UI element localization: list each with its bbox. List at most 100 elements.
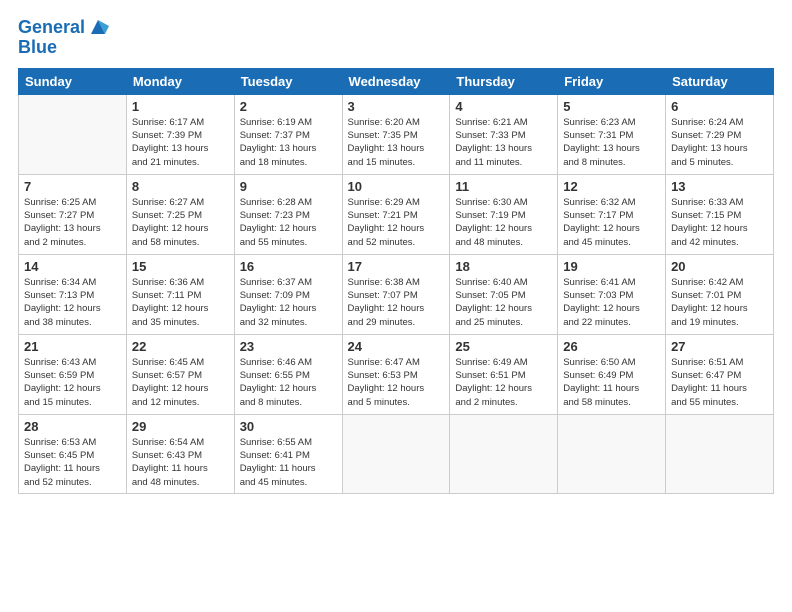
day-info: Sunrise: 6:46 AM Sunset: 6:55 PM Dayligh…	[240, 356, 337, 409]
calendar-cell: 22 Sunrise: 6:45 AM Sunset: 6:57 PM Dayli…	[126, 334, 234, 414]
day-info: Sunrise: 6:19 AM Sunset: 7:37 PM Dayligh…	[240, 116, 337, 169]
day-number: 10	[348, 179, 445, 194]
calendar-cell: 2 Sunrise: 6:19 AM Sunset: 7:37 PM Daylig…	[234, 94, 342, 174]
day-number: 19	[563, 259, 660, 274]
day-number: 9	[240, 179, 337, 194]
day-info: Sunrise: 6:29 AM Sunset: 7:21 PM Dayligh…	[348, 196, 445, 249]
day-info: Sunrise: 6:25 AM Sunset: 7:27 PM Dayligh…	[24, 196, 121, 249]
weekday-header-friday: Friday	[558, 68, 666, 94]
day-info: Sunrise: 6:17 AM Sunset: 7:39 PM Dayligh…	[132, 116, 229, 169]
calendar-cell	[19, 94, 127, 174]
weekday-header-sunday: Sunday	[19, 68, 127, 94]
day-number: 16	[240, 259, 337, 274]
calendar-cell: 9 Sunrise: 6:28 AM Sunset: 7:23 PM Daylig…	[234, 174, 342, 254]
day-number: 3	[348, 99, 445, 114]
calendar-cell	[558, 414, 666, 493]
day-number: 12	[563, 179, 660, 194]
calendar-cell: 29 Sunrise: 6:54 AM Sunset: 6:43 PM Dayli…	[126, 414, 234, 493]
day-info: Sunrise: 6:32 AM Sunset: 7:17 PM Dayligh…	[563, 196, 660, 249]
day-info: Sunrise: 6:51 AM Sunset: 6:47 PM Dayligh…	[671, 356, 768, 409]
day-number: 29	[132, 419, 229, 434]
calendar-cell	[666, 414, 774, 493]
day-number: 11	[455, 179, 552, 194]
calendar-cell: 28Sunrise: 6:53 AM Sunset: 6:45 PM Dayli…	[19, 414, 127, 493]
calendar-cell: 3Sunrise: 6:20 AM Sunset: 7:35 PM Daylig…	[342, 94, 450, 174]
day-info: Sunrise: 6:43 AM Sunset: 6:59 PM Dayligh…	[24, 356, 121, 409]
day-info: Sunrise: 6:49 AM Sunset: 6:51 PM Dayligh…	[455, 356, 552, 409]
day-number: 8	[132, 179, 229, 194]
calendar-cell	[450, 414, 558, 493]
day-info: Sunrise: 6:45 AM Sunset: 6:57 PM Dayligh…	[132, 356, 229, 409]
calendar-cell: 27Sunrise: 6:51 AM Sunset: 6:47 PM Dayli…	[666, 334, 774, 414]
calendar: SundayMondayTuesdayWednesdayThursdayFrid…	[18, 68, 774, 494]
logo-icon	[87, 16, 109, 38]
day-number: 6	[671, 99, 768, 114]
day-info: Sunrise: 6:36 AM Sunset: 7:11 PM Dayligh…	[132, 276, 229, 329]
day-number: 30	[240, 419, 337, 434]
calendar-cell: 24 Sunrise: 6:47 AM Sunset: 6:53 PM Dayli…	[342, 334, 450, 414]
weekday-header-saturday: Saturday	[666, 68, 774, 94]
page-container: General Blue SundayMondayTuesdayWednesda…	[0, 0, 792, 612]
day-number: 2	[240, 99, 337, 114]
calendar-cell: 4 Sunrise: 6:21 AM Sunset: 7:33 PM Daylig…	[450, 94, 558, 174]
calendar-cell: 21Sunrise: 6:43 AM Sunset: 6:59 PM Dayli…	[19, 334, 127, 414]
day-number: 4	[455, 99, 552, 114]
day-number: 7	[24, 179, 121, 194]
day-number: 5	[563, 99, 660, 114]
day-info: Sunrise: 6:23 AM Sunset: 7:31 PM Dayligh…	[563, 116, 660, 169]
header: General Blue	[18, 18, 774, 58]
calendar-cell: 14Sunrise: 6:34 AM Sunset: 7:13 PM Dayli…	[19, 254, 127, 334]
calendar-cell: 12 Sunrise: 6:32 AM Sunset: 7:17 PM Dayli…	[558, 174, 666, 254]
day-info: Sunrise: 6:38 AM Sunset: 7:07 PM Dayligh…	[348, 276, 445, 329]
day-info: Sunrise: 6:34 AM Sunset: 7:13 PM Dayligh…	[24, 276, 121, 329]
logo-blue: Blue	[18, 38, 109, 58]
day-info: Sunrise: 6:47 AM Sunset: 6:53 PM Dayligh…	[348, 356, 445, 409]
day-number: 1	[132, 99, 229, 114]
calendar-cell: 16 Sunrise: 6:37 AM Sunset: 7:09 PM Dayli…	[234, 254, 342, 334]
calendar-cell: 6 Sunrise: 6:24 AM Sunset: 7:29 PM Daylig…	[666, 94, 774, 174]
day-number: 26	[563, 339, 660, 354]
calendar-cell: 5 Sunrise: 6:23 AM Sunset: 7:31 PM Daylig…	[558, 94, 666, 174]
calendar-cell: 15 Sunrise: 6:36 AM Sunset: 7:11 PM Dayli…	[126, 254, 234, 334]
day-number: 18	[455, 259, 552, 274]
calendar-cell: 7 Sunrise: 6:25 AM Sunset: 7:27 PM Daylig…	[19, 174, 127, 254]
day-info: Sunrise: 6:24 AM Sunset: 7:29 PM Dayligh…	[671, 116, 768, 169]
calendar-week-row: 7 Sunrise: 6:25 AM Sunset: 7:27 PM Daylig…	[19, 174, 774, 254]
weekday-header-tuesday: Tuesday	[234, 68, 342, 94]
calendar-cell: 10 Sunrise: 6:29 AM Sunset: 7:21 PM Dayli…	[342, 174, 450, 254]
day-number: 13	[671, 179, 768, 194]
day-number: 24	[348, 339, 445, 354]
calendar-cell: 26 Sunrise: 6:50 AM Sunset: 6:49 PM Dayli…	[558, 334, 666, 414]
day-info: Sunrise: 6:21 AM Sunset: 7:33 PM Dayligh…	[455, 116, 552, 169]
day-number: 20	[671, 259, 768, 274]
day-number: 22	[132, 339, 229, 354]
calendar-week-row: 21Sunrise: 6:43 AM Sunset: 6:59 PM Dayli…	[19, 334, 774, 414]
day-number: 17	[348, 259, 445, 274]
calendar-cell: 30 Sunrise: 6:55 AM Sunset: 6:41 PM Dayli…	[234, 414, 342, 493]
weekday-header-monday: Monday	[126, 68, 234, 94]
day-info: Sunrise: 6:40 AM Sunset: 7:05 PM Dayligh…	[455, 276, 552, 329]
day-info: Sunrise: 6:33 AM Sunset: 7:15 PM Dayligh…	[671, 196, 768, 249]
day-info: Sunrise: 6:30 AM Sunset: 7:19 PM Dayligh…	[455, 196, 552, 249]
calendar-cell: 17 Sunrise: 6:38 AM Sunset: 7:07 PM Dayli…	[342, 254, 450, 334]
calendar-cell: 25 Sunrise: 6:49 AM Sunset: 6:51 PM Dayli…	[450, 334, 558, 414]
day-info: Sunrise: 6:54 AM Sunset: 6:43 PM Dayligh…	[132, 436, 229, 489]
calendar-cell: 20Sunrise: 6:42 AM Sunset: 7:01 PM Dayli…	[666, 254, 774, 334]
calendar-cell: 18 Sunrise: 6:40 AM Sunset: 7:05 PM Dayli…	[450, 254, 558, 334]
logo-text: General	[18, 18, 85, 38]
day-number: 23	[240, 339, 337, 354]
day-number: 15	[132, 259, 229, 274]
calendar-week-row: 1 Sunrise: 6:17 AM Sunset: 7:39 PM Daylig…	[19, 94, 774, 174]
day-info: Sunrise: 6:27 AM Sunset: 7:25 PM Dayligh…	[132, 196, 229, 249]
day-info: Sunrise: 6:50 AM Sunset: 6:49 PM Dayligh…	[563, 356, 660, 409]
calendar-cell: 19 Sunrise: 6:41 AM Sunset: 7:03 PM Dayli…	[558, 254, 666, 334]
day-info: Sunrise: 6:41 AM Sunset: 7:03 PM Dayligh…	[563, 276, 660, 329]
calendar-week-row: 28Sunrise: 6:53 AM Sunset: 6:45 PM Dayli…	[19, 414, 774, 493]
day-info: Sunrise: 6:55 AM Sunset: 6:41 PM Dayligh…	[240, 436, 337, 489]
day-info: Sunrise: 6:37 AM Sunset: 7:09 PM Dayligh…	[240, 276, 337, 329]
day-info: Sunrise: 6:28 AM Sunset: 7:23 PM Dayligh…	[240, 196, 337, 249]
calendar-cell: 13 Sunrise: 6:33 AM Sunset: 7:15 PM Dayli…	[666, 174, 774, 254]
day-number: 25	[455, 339, 552, 354]
day-number: 28	[24, 419, 121, 434]
weekday-header-thursday: Thursday	[450, 68, 558, 94]
